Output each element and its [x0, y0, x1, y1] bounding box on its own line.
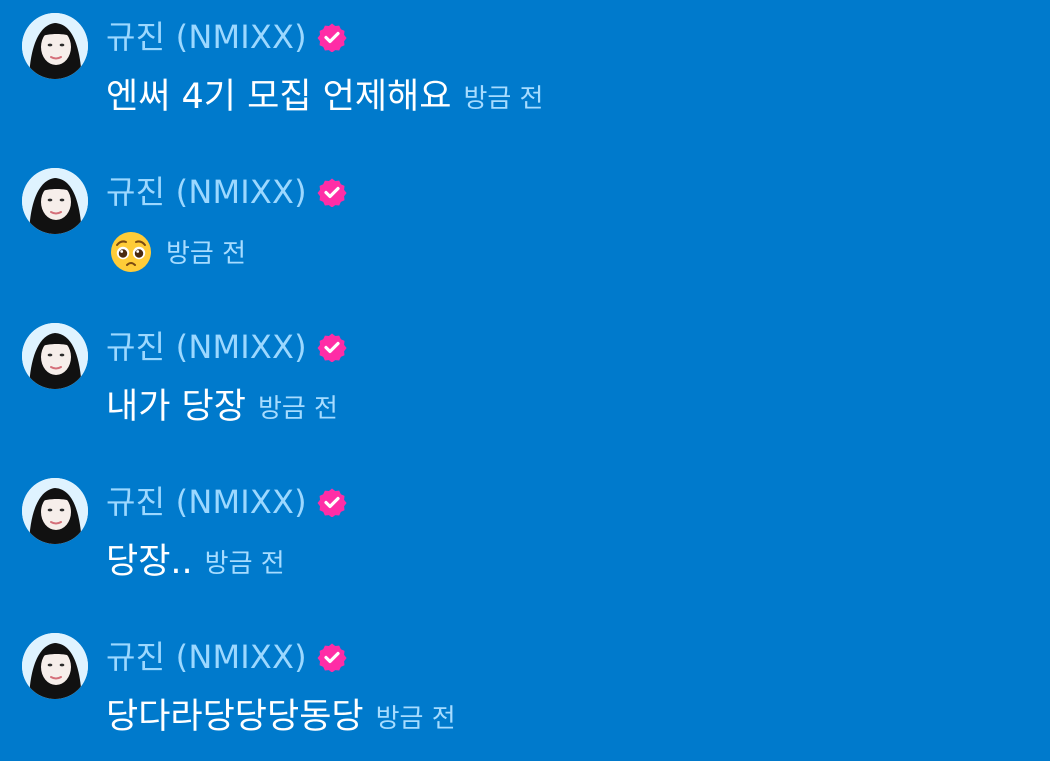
avatar[interactable] [22, 323, 88, 389]
timestamp: 방금 전 [463, 84, 544, 114]
profile-photo-icon [22, 478, 88, 544]
message-text: 내가 당장 [106, 387, 246, 427]
author-name[interactable]: 규진 (NMIXX) [106, 169, 307, 215]
timestamp: 방금 전 [166, 239, 247, 269]
author-row: 규진 (NMIXX) [106, 634, 347, 680]
pleading-face-icon [111, 232, 151, 272]
message-item: 규진 (NMIXX) 방금 전 [0, 155, 1050, 295]
avatar[interactable] [22, 168, 88, 234]
avatar[interactable] [22, 13, 88, 79]
author-row: 규진 (NMIXX) [106, 324, 347, 370]
message-item: 규진 (NMIXX) 당다라당당당동당 방금 전 [0, 620, 1050, 760]
verified-badge-icon [317, 23, 347, 52]
author-name[interactable]: 규진 (NMIXX) [106, 479, 307, 525]
message-item: 규진 (NMIXX) 내가 당장 방금 전 [0, 310, 1050, 450]
timestamp: 방금 전 [375, 704, 456, 734]
author-row: 규진 (NMIXX) [106, 169, 347, 215]
message-content-row: 당다라당당당동당 방금 전 [106, 693, 456, 741]
verified-badge-icon [317, 488, 347, 517]
avatar[interactable] [22, 633, 88, 699]
message-feed: 규진 (NMIXX) 엔써 4기 모집 언제해요 방금 전 규진 (NMIXX)… [0, 0, 1050, 761]
verified-badge-icon [317, 333, 347, 362]
message-text: 당다라당당당동당 [106, 697, 364, 737]
author-name[interactable]: 규진 (NMIXX) [106, 324, 307, 370]
profile-photo-icon [22, 323, 88, 389]
profile-photo-icon [22, 13, 88, 79]
author-row: 규진 (NMIXX) [106, 14, 347, 60]
message-content-row: 방금 전 [106, 228, 246, 276]
timestamp: 방금 전 [257, 394, 338, 424]
author-name[interactable]: 규진 (NMIXX) [106, 14, 307, 60]
avatar[interactable] [22, 478, 88, 544]
verified-badge-icon [317, 643, 347, 672]
message-text: 당장.. [106, 542, 193, 582]
message-text: 엔써 4기 모집 언제해요 [106, 77, 452, 117]
author-row: 규진 (NMIXX) [106, 479, 347, 525]
message-content-row: 엔써 4기 모집 언제해요 방금 전 [106, 73, 543, 121]
verified-badge-icon [317, 178, 347, 207]
timestamp: 방금 전 [204, 549, 285, 579]
author-name[interactable]: 규진 (NMIXX) [106, 634, 307, 680]
message-item: 규진 (NMIXX) 당장.. 방금 전 [0, 465, 1050, 605]
message-content-row: 내가 당장 방금 전 [106, 383, 338, 431]
message-item: 규진 (NMIXX) 엔써 4기 모집 언제해요 방금 전 [0, 0, 1050, 140]
profile-photo-icon [22, 168, 88, 234]
profile-photo-icon [22, 633, 88, 699]
message-content-row: 당장.. 방금 전 [106, 538, 285, 586]
